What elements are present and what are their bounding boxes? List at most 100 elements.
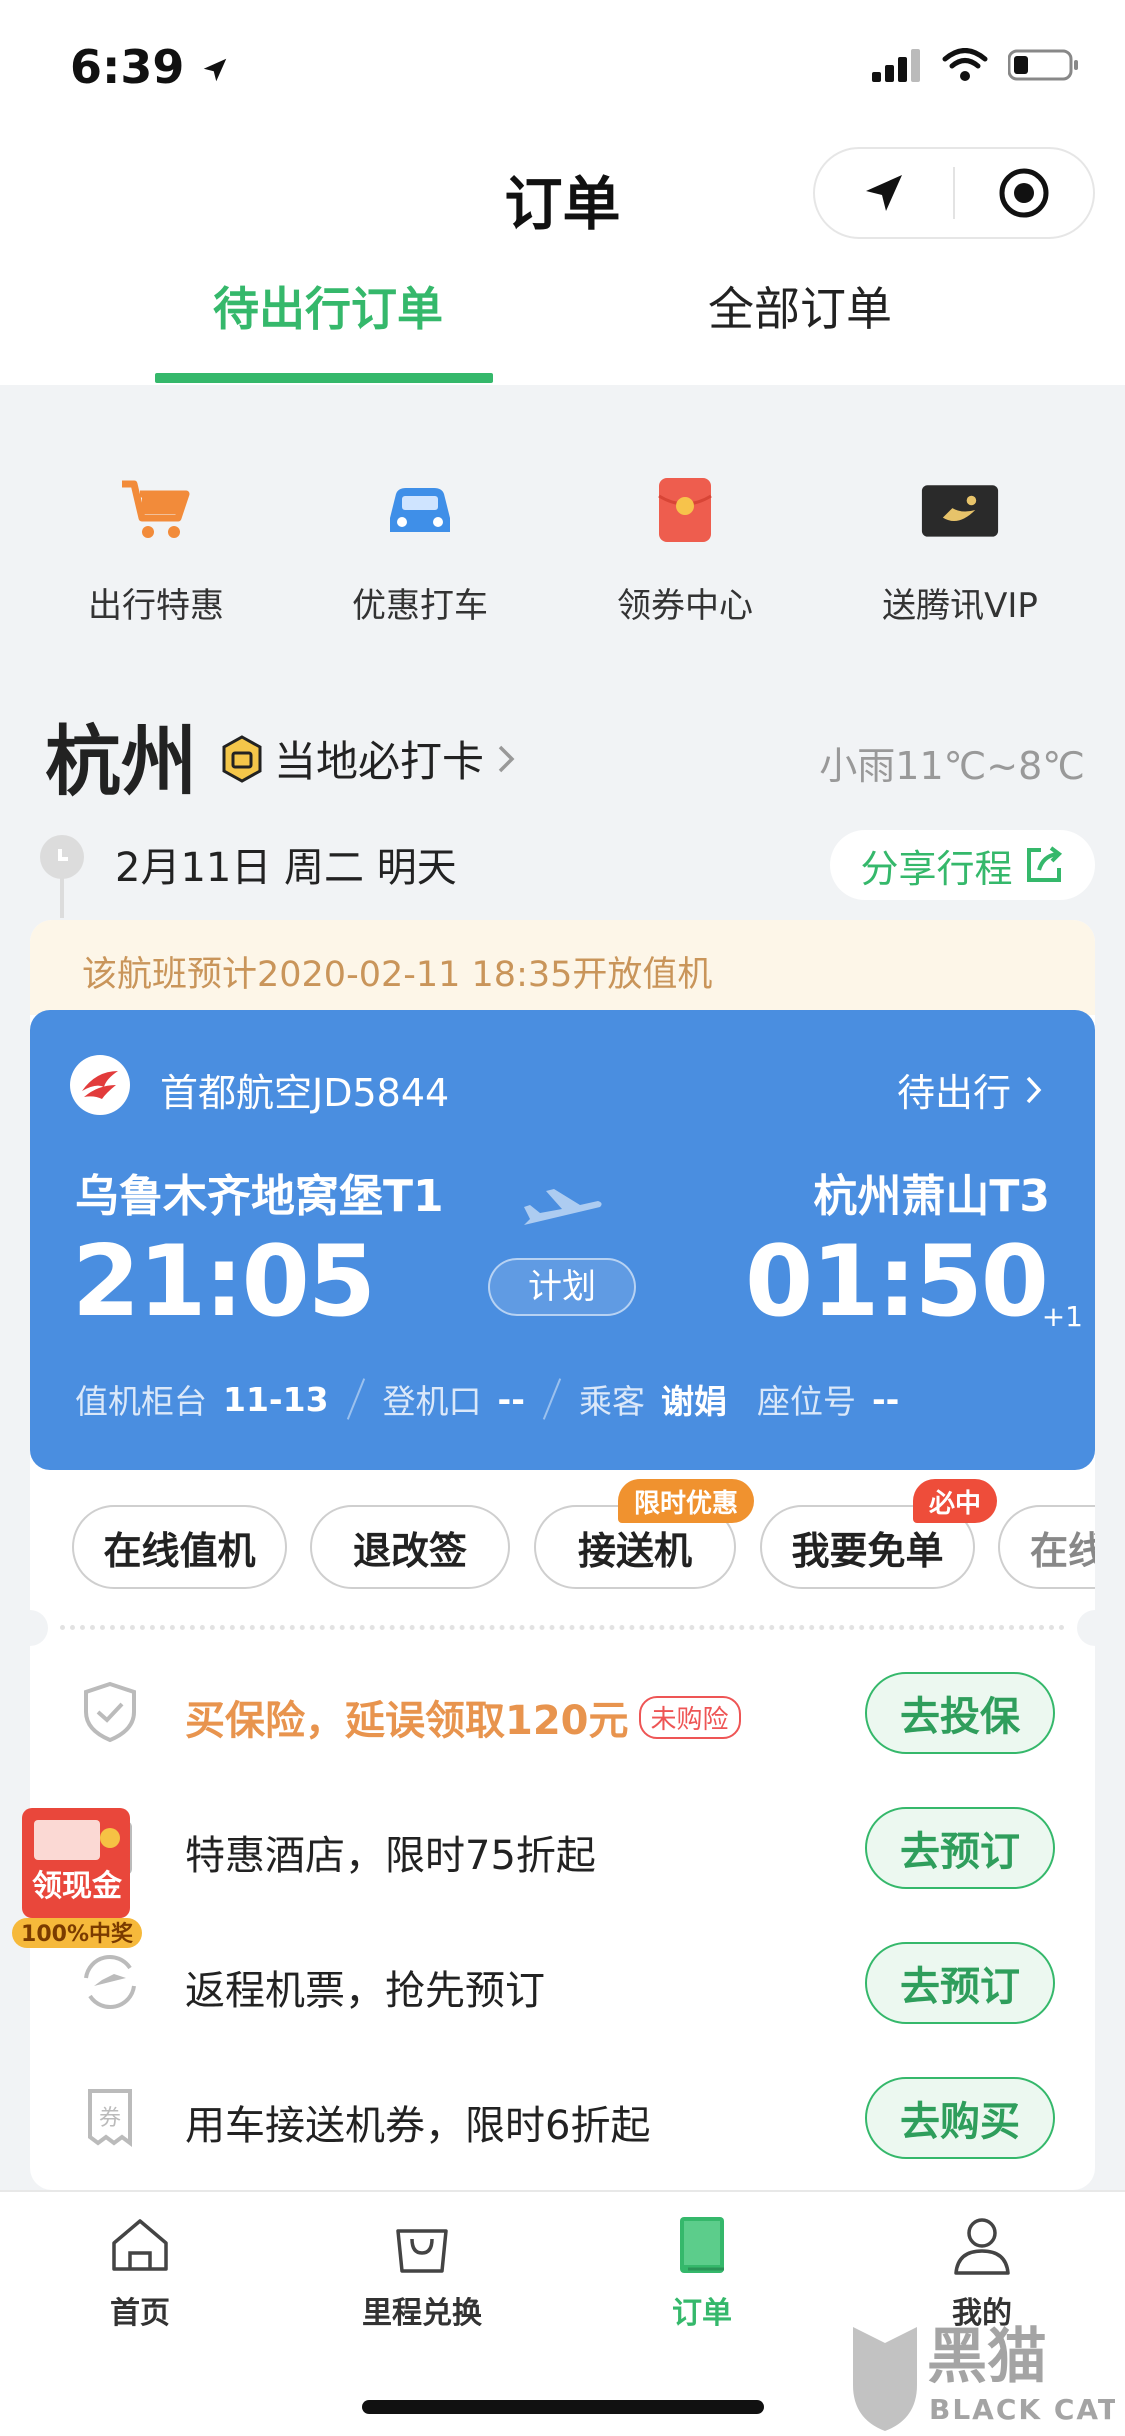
city-name: 杭州 bbox=[45, 717, 197, 806]
quick-link-taxi-deals[interactable]: 优惠打车 bbox=[290, 470, 550, 627]
online-checkin-button[interactable]: 在线值机 bbox=[72, 1505, 287, 1589]
close-target-button[interactable] bbox=[955, 149, 1093, 237]
tab-active-indicator bbox=[155, 373, 493, 383]
cash-reward-float-button[interactable]: 领现金 100%中奖 bbox=[12, 1808, 142, 1948]
nav-label: 订单 bbox=[672, 2296, 732, 2331]
car-icon bbox=[380, 470, 460, 550]
status-time-text: 6:39 bbox=[70, 40, 185, 94]
status-time: 6:39 bbox=[70, 40, 230, 94]
book-hotel-button[interactable]: 去预订 bbox=[865, 1807, 1055, 1889]
quick-link-coupon-center[interactable]: 领券中心 bbox=[555, 470, 815, 627]
navigation-arrow-icon bbox=[866, 175, 902, 211]
buy-insurance-button[interactable]: 去投保 bbox=[865, 1672, 1055, 1754]
home-icon bbox=[105, 2210, 175, 2280]
refund-change-button[interactable]: 退改签 bbox=[310, 1505, 510, 1589]
order-card: 该航班预计2020-02-11 18:35开放值机 首都航空JD5844 待出行… bbox=[30, 920, 1095, 2190]
ticket-notch-left bbox=[30, 1610, 48, 1646]
quick-link-travel-deals[interactable]: 出行特惠 bbox=[26, 470, 286, 627]
cart-icon bbox=[116, 470, 196, 550]
signal-icon bbox=[872, 49, 920, 82]
return-flight-icon bbox=[78, 1950, 142, 2014]
nav-home[interactable]: 首页 bbox=[40, 2210, 240, 2332]
flight-info-row: 值机柜台 11-13 登机口 -- 乘客 谢娟 座位号 -- bbox=[75, 1375, 899, 1423]
quick-link-label: 出行特惠 bbox=[88, 586, 224, 626]
free-order-button[interactable]: 我要免单 必中 bbox=[760, 1479, 997, 1589]
cash-envelope-icon: 领现金 100%中奖 bbox=[12, 1808, 142, 1948]
gate-value: -- bbox=[497, 1379, 525, 1419]
badge-icon bbox=[222, 734, 262, 783]
share-trip-button[interactable]: 分享行程 bbox=[830, 830, 1095, 900]
target-icon bbox=[999, 168, 1049, 218]
wifi-icon bbox=[942, 48, 988, 81]
nav-miles-exchange[interactable]: 里程兑换 bbox=[322, 2210, 522, 2332]
clock-icon bbox=[40, 835, 84, 879]
date-row: 2月11日 周二 明天 分享行程 bbox=[40, 830, 1095, 918]
promo-text: 买保险，延误领取120元 未购险 bbox=[185, 1688, 741, 1746]
counter-value: 11-13 bbox=[223, 1379, 329, 1419]
passenger-label: 乘客 bbox=[578, 1382, 645, 1421]
promo-insurance-text: 买保险，延误领取120元 bbox=[185, 1698, 629, 1744]
location-arrow-icon bbox=[204, 58, 227, 82]
nav-label: 首页 bbox=[110, 2296, 170, 2331]
vip-card-icon bbox=[920, 470, 1000, 550]
chevron-right-icon bbox=[498, 745, 515, 772]
black-cat-logo-icon: 黑猫 BLACK CAT bbox=[853, 2322, 1117, 2431]
promo-car-coupon: 券 用车接送机券，限时6折起 去购买 bbox=[30, 2065, 1095, 2175]
quick-link-tencent-vip[interactable]: 送腾讯VIP bbox=[830, 470, 1090, 627]
must-visit-label: 当地必打卡 bbox=[274, 737, 485, 786]
airline-logo-icon bbox=[70, 1055, 130, 1115]
info-separator bbox=[346, 1378, 365, 1420]
airport-transfer-button[interactable]: 接送机 限时优惠 bbox=[534, 1479, 754, 1589]
arrival-day-offset: +1 bbox=[1041, 1300, 1083, 1333]
coupon-icon-text: 券 bbox=[99, 2106, 121, 2131]
flight-status-label: 待出行 bbox=[896, 1071, 1011, 1115]
airplane-icon bbox=[524, 1189, 602, 1225]
airport-transfer-label: 接送机 bbox=[577, 1528, 692, 1573]
counter-label: 值机柜台 bbox=[75, 1382, 207, 1421]
departure-time: 21:05 bbox=[72, 1225, 376, 1339]
nav-profile[interactable]: 我的 bbox=[882, 2210, 1082, 2332]
header: 订单 待出行订单 全部订单 bbox=[0, 135, 1125, 385]
order-actions: 在线值机 退改签 接送机 限时优惠 我要免单 必中 在线 bbox=[72, 1479, 1095, 1595]
quick-link-label: 领券中心 bbox=[617, 586, 753, 626]
status-icons bbox=[872, 48, 1080, 82]
seat-value: -- bbox=[871, 1379, 900, 1419]
gate-label: 登机口 bbox=[382, 1382, 482, 1421]
cash-badge-title: 领现金 bbox=[32, 1869, 123, 1904]
arrival-time: 01:50 bbox=[745, 1225, 1049, 1339]
shopping-bag-icon bbox=[387, 2210, 457, 2280]
checkin-notice: 该航班预计2020-02-11 18:35开放值机 bbox=[30, 920, 1095, 1015]
flight-card[interactable]: 首都航空JD5844 待出行 乌鲁木齐地窝堡T1 杭州萧山T3 21:05 01… bbox=[30, 1010, 1095, 1470]
nav-orders[interactable]: 订单 bbox=[602, 2210, 802, 2332]
location-button[interactable] bbox=[815, 149, 953, 237]
book-return-flight-button[interactable]: 去预订 bbox=[865, 1942, 1055, 2024]
promo-car-coupon-text: 用车接送机券，限时6折起 bbox=[185, 2103, 651, 2149]
quick-link-label: 优惠打车 bbox=[352, 586, 488, 626]
tab-pending-orders[interactable]: 待出行订单 bbox=[213, 273, 443, 339]
weather-text: 小雨11℃~8℃ bbox=[819, 744, 1085, 788]
cash-badge-subtitle: 100%中奖 bbox=[21, 1921, 134, 1947]
shield-icon bbox=[78, 1680, 142, 1744]
order-book-icon bbox=[667, 2210, 737, 2280]
free-order-label: 我要免单 bbox=[791, 1528, 944, 1573]
online-more-button[interactable]: 在线 bbox=[998, 1505, 1095, 1589]
watermark-en: BLACK CAT bbox=[929, 2393, 1115, 2426]
must-visit-link[interactable]: 当地必打卡 bbox=[220, 728, 518, 789]
mini-program-capsule bbox=[813, 147, 1095, 239]
seat-label: 座位号 bbox=[756, 1382, 856, 1421]
plan-pill: 计划 bbox=[488, 1258, 636, 1316]
tab-all-orders[interactable]: 全部订单 bbox=[708, 273, 892, 339]
coupon-icon: 券 bbox=[78, 2085, 142, 2149]
order-tabs: 待出行订单 全部订单 bbox=[0, 273, 1125, 383]
passenger-value: 谢娟 bbox=[660, 1382, 727, 1421]
flight-status[interactable]: 待出行 bbox=[897, 1062, 1045, 1117]
ticket-divider bbox=[60, 1625, 1065, 1630]
share-trip-label: 分享行程 bbox=[860, 846, 1013, 891]
red-envelope-icon bbox=[645, 470, 725, 550]
not-purchased-tag: 未购险 bbox=[638, 1696, 741, 1739]
buy-car-coupon-button[interactable]: 去购买 bbox=[865, 2077, 1055, 2159]
promo-hotel-text: 特惠酒店，限时75折起 bbox=[185, 1833, 596, 1879]
promo-insurance: 买保险，延误领取120元 未购险 去投保 bbox=[30, 1660, 1095, 1770]
trip-date: 2月11日 周二 明天 bbox=[115, 845, 457, 891]
home-indicator bbox=[362, 2400, 764, 2414]
